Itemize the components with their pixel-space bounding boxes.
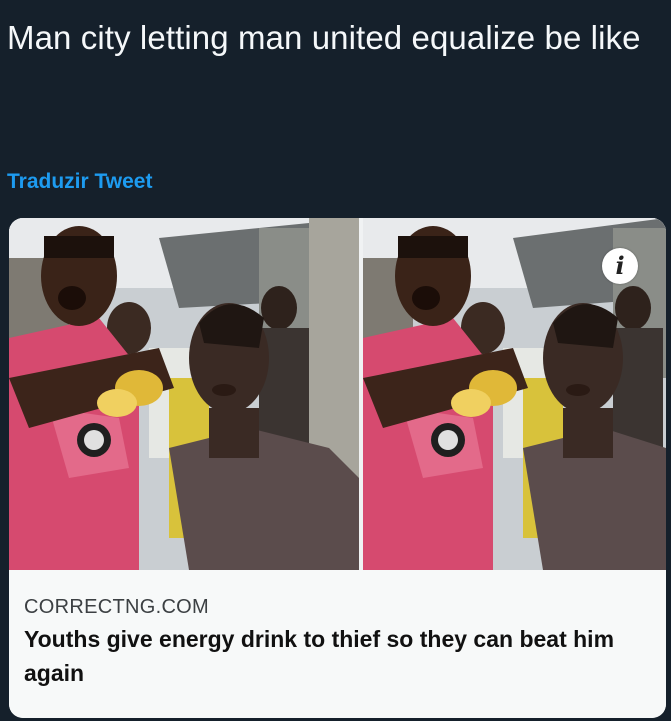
card-photo-illustration [9, 218, 666, 570]
card-body[interactable]: CORRECTNG.COM Youths give energy drink t… [9, 570, 666, 718]
translate-tweet-link[interactable]: Traduzir Tweet [7, 170, 152, 194]
card-title[interactable]: Youths give energy drink to thief so the… [24, 622, 644, 690]
link-card[interactable]: i CORRECTNG.COM Youths give energy drink… [9, 218, 666, 718]
card-domain: CORRECTNG.COM [24, 596, 210, 618]
card-image[interactable]: i [9, 218, 666, 570]
info-icon[interactable]: i [602, 248, 638, 284]
tweet-text: Man city letting man united equalize be … [7, 19, 641, 56]
